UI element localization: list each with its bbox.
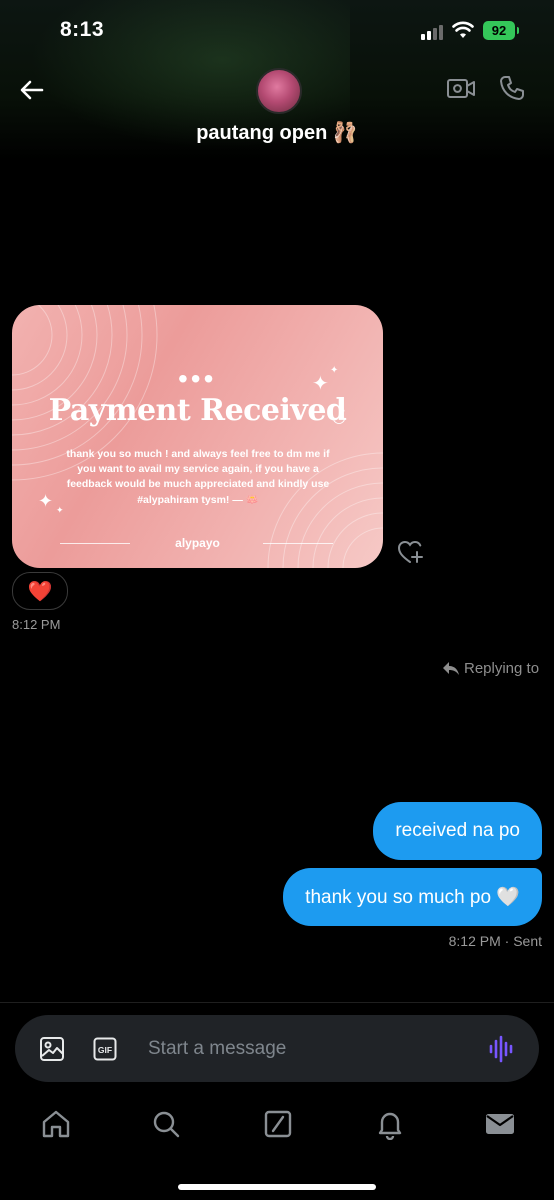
status-time: 8:13 — [60, 18, 105, 41]
video-call-icon[interactable] — [446, 76, 476, 102]
image-icon[interactable] — [38, 1035, 66, 1063]
sent-message-bubble[interactable]: thank you so much po 🤍 — [283, 868, 542, 926]
card-headline: Payment Received — [48, 393, 347, 428]
replying-to-indicator[interactable]: Replying to — [442, 660, 539, 677]
sparkle-icon: ✦ — [38, 491, 54, 511]
received-timestamp: 8:12 PM — [12, 617, 61, 632]
replying-to-label: Replying to — [464, 660, 540, 677]
gif-icon[interactable]: GIF — [93, 1037, 117, 1061]
svg-text:GIF: GIF — [98, 1045, 112, 1055]
back-arrow-icon[interactable] — [18, 76, 46, 104]
add-reaction-heart-icon[interactable] — [396, 538, 426, 566]
messages-icon[interactable] — [484, 1108, 516, 1140]
phone-call-icon[interactable] — [498, 74, 526, 102]
avatar[interactable] — [256, 68, 302, 114]
battery-indicator: 92 — [483, 21, 519, 40]
home-icon[interactable] — [40, 1108, 72, 1140]
card-body-text: thank you so much ! and always feel free… — [66, 448, 330, 506]
grok-icon[interactable] — [262, 1108, 294, 1140]
composer-divider — [0, 1002, 554, 1003]
conversation-title[interactable]: pautang open 🩰 — [0, 120, 554, 145]
reply-arrow-icon — [443, 661, 459, 675]
sparkle-icon: ✦ — [330, 365, 339, 376]
voice-message-icon[interactable] — [487, 1034, 517, 1064]
decorative-arcs — [12, 305, 383, 568]
sent-timestamp: 8:12 PM · Sent — [448, 933, 542, 949]
payment-received-image[interactable]: ••• ✦ ✦ ◡̈ ✦ ✦ Payment Received thank yo… — [12, 305, 383, 568]
card-brand: alypayo — [175, 536, 220, 550]
battery-level: 92 — [491, 23, 507, 38]
wifi-icon — [452, 21, 474, 38]
heart-reaction-badge[interactable]: ❤️ — [12, 572, 68, 610]
message-input[interactable] — [148, 1030, 468, 1068]
notifications-icon[interactable] — [374, 1108, 406, 1140]
home-indicator — [178, 1184, 376, 1190]
sent-message-bubble[interactable]: received na po — [373, 802, 542, 860]
dots-ornament: ••• — [178, 363, 217, 394]
cellular-signal-icon — [421, 24, 447, 40]
search-icon[interactable] — [150, 1108, 182, 1140]
